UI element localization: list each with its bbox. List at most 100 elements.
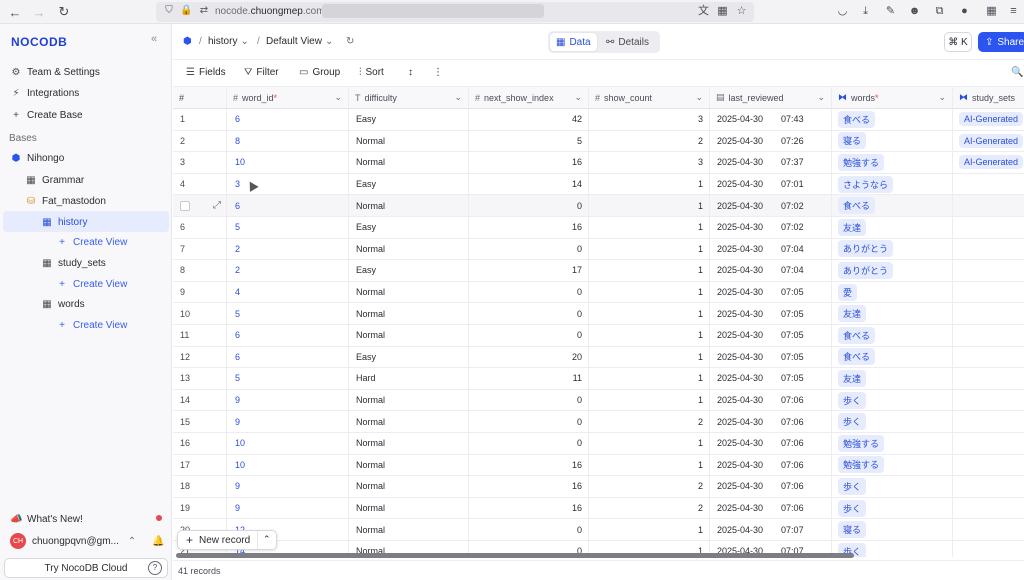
word-id-cell[interactable]: 5 xyxy=(227,303,349,324)
word-chip[interactable]: ありがとう xyxy=(838,240,894,258)
show-count-cell[interactable]: 1 xyxy=(589,303,710,324)
word-chip[interactable]: 友達 xyxy=(838,305,867,323)
show-count-cell[interactable]: 2 xyxy=(589,476,710,497)
last-reviewed-cell[interactable]: 2025-04-30 07:07 xyxy=(710,519,832,540)
word-chip[interactable]: 勉強する xyxy=(838,434,885,452)
table-row[interactable]: 17 10 Normal 16 1 2025-04-30 07:06 勉強する xyxy=(173,454,1024,477)
sidebar-item-grammar[interactable]: ▦ Grammar xyxy=(25,170,84,190)
table-row[interactable]: 14 9 Normal 0 1 2025-04-30 07:06 歩く xyxy=(173,389,1024,412)
command-palette-button[interactable]: ⌘ K xyxy=(944,32,972,52)
help-icon[interactable]: ? xyxy=(148,561,162,575)
last-reviewed-cell[interactable]: 2025-04-30 07:06 xyxy=(710,389,832,411)
study-sets-cell[interactable] xyxy=(953,347,1024,368)
collapse-sidebar-icon[interactable]: « xyxy=(151,33,157,45)
next-show-index-cell[interactable]: 0 xyxy=(469,303,589,324)
table-row[interactable]: 19 9 Normal 16 2 2025-04-30 07:06 歩く xyxy=(173,497,1024,520)
difficulty-cell[interactable]: Normal xyxy=(349,238,469,260)
next-show-index-cell[interactable]: 16 xyxy=(469,497,589,519)
new-record-button[interactable]: + New record ⌃ xyxy=(177,530,277,550)
words-cell[interactable]: 歩く xyxy=(832,389,953,411)
wrench-icon[interactable]: ✎ xyxy=(884,5,897,18)
last-reviewed-cell[interactable]: 2025-04-30 07:05 xyxy=(710,281,832,303)
words-cell[interactable]: さようなら xyxy=(832,173,953,195)
last-reviewed-cell[interactable]: 2025-04-30 07:43 xyxy=(710,109,832,130)
share-button[interactable]: ⇪ Share xyxy=(978,32,1024,52)
study-sets-cell[interactable] xyxy=(953,433,1024,454)
next-show-index-cell[interactable]: 11 xyxy=(469,368,589,389)
table-row[interactable]: 7 2 Normal 0 1 2025-04-30 07:04 ありがとう xyxy=(173,238,1024,261)
word-chip[interactable]: 食べる xyxy=(838,326,876,344)
column-header-next-show-index[interactable]: # next_show_index ⌄ xyxy=(469,87,589,109)
pocket-icon[interactable]: ◡ xyxy=(836,5,849,18)
study-sets-cell[interactable]: AI-Generated xyxy=(953,152,1024,173)
difficulty-cell[interactable]: Hard xyxy=(349,368,469,389)
tab-details[interactable]: ⚯ Details xyxy=(600,33,655,51)
word-id-cell[interactable]: 9 xyxy=(227,389,349,411)
words-cell[interactable]: 友達 xyxy=(832,303,953,324)
difficulty-cell[interactable]: Normal xyxy=(349,389,469,411)
next-show-index-cell[interactable]: 0 xyxy=(469,433,589,454)
table-row[interactable]: 16 10 Normal 0 1 2025-04-30 07:06 勉強する xyxy=(173,433,1024,455)
word-id-cell[interactable]: 8 xyxy=(227,130,349,152)
next-show-index-cell[interactable]: 17 xyxy=(469,260,589,281)
sidebar-item-history[interactable]: ▦ history xyxy=(41,212,87,232)
study-sets-cell[interactable]: AI-Generated xyxy=(953,109,1024,130)
table-row[interactable]: 10 5 Normal 0 1 2025-04-30 07:05 友達 xyxy=(173,303,1024,325)
study-sets-cell[interactable] xyxy=(953,282,1024,303)
integrations-item[interactable]: ⚡ Integrations xyxy=(10,83,79,103)
word-chip[interactable]: 寝る xyxy=(838,132,867,150)
cookie-icon[interactable]: ● xyxy=(958,5,971,18)
table-row[interactable]: 11 6 Normal 0 1 2025-04-30 07:05 食べる xyxy=(173,325,1024,347)
row-checkbox[interactable] xyxy=(180,200,190,211)
next-show-index-cell[interactable]: 0 xyxy=(469,281,589,303)
chevron-down-icon[interactable]: ⌄ xyxy=(334,92,342,103)
next-show-index-cell[interactable]: 20 xyxy=(469,346,589,368)
difficulty-cell[interactable]: Easy xyxy=(349,109,469,130)
difficulty-cell[interactable]: Normal xyxy=(349,281,469,303)
words-cell[interactable]: 友達 xyxy=(832,368,953,389)
study-sets-cell[interactable] xyxy=(953,541,1024,557)
sidebar-item-fat-mastodon[interactable]: ⛁ Fat_mastodon xyxy=(25,191,106,211)
words-cell[interactable]: 友達 xyxy=(832,217,953,238)
base-nihongo[interactable]: ⬢ Nihongo xyxy=(10,148,65,168)
last-reviewed-cell[interactable]: 2025-04-30 07:37 xyxy=(710,152,832,173)
next-show-index-cell[interactable]: 42 xyxy=(469,109,589,130)
apps-icon[interactable]: ▦ xyxy=(985,5,998,18)
words-cell[interactable]: 愛 xyxy=(832,281,953,303)
study-sets-cell[interactable] xyxy=(953,195,1024,216)
next-show-index-cell[interactable]: 0 xyxy=(469,411,589,432)
difficulty-cell[interactable]: Normal xyxy=(349,152,469,173)
word-chip[interactable]: 勉強する xyxy=(838,153,885,171)
create-base-item[interactable]: + Create Base xyxy=(10,105,83,125)
next-show-index-cell[interactable]: 0 xyxy=(469,325,589,346)
show-count-cell[interactable]: 2 xyxy=(589,130,710,152)
word-id-cell[interactable]: 2 xyxy=(227,260,349,281)
last-reviewed-cell[interactable]: 2025-04-30 07:06 xyxy=(710,433,832,454)
bell-icon[interactable]: 🔔 xyxy=(152,531,164,551)
show-count-cell[interactable]: 1 xyxy=(589,519,710,540)
word-id-cell[interactable]: 4 xyxy=(227,281,349,303)
last-reviewed-cell[interactable]: 2025-04-30 07:06 xyxy=(710,411,832,432)
study-sets-cell[interactable] xyxy=(953,411,1024,432)
word-chip[interactable]: 歩く xyxy=(838,413,867,431)
table-row[interactable]: 13 5 Hard 11 1 2025-04-30 07:05 友達 xyxy=(173,368,1024,390)
next-show-index-cell[interactable]: 16 xyxy=(469,152,589,173)
difficulty-cell[interactable]: Normal xyxy=(349,195,469,216)
word-id-cell[interactable]: 6 xyxy=(227,346,349,368)
word-id-cell[interactable]: 10 xyxy=(227,433,349,454)
show-count-cell[interactable]: 1 xyxy=(589,325,710,346)
table-row[interactable]: 9 4 Normal 0 1 2025-04-30 07:05 愛 xyxy=(173,281,1024,304)
words-cell[interactable]: 食べる xyxy=(832,325,953,346)
table-row[interactable]: 3 10 Normal 16 3 2025-04-30 07:37 勉強する AI-Genera… xyxy=(173,152,1024,174)
difficulty-cell[interactable]: Easy xyxy=(349,260,469,281)
words-cell[interactable]: 寝る xyxy=(832,130,953,152)
word-id-cell[interactable]: 6 xyxy=(227,195,349,216)
word-id-cell[interactable]: 2 xyxy=(227,238,349,260)
last-reviewed-cell[interactable]: 2025-04-30 07:04 xyxy=(710,238,832,260)
study-sets-cell[interactable] xyxy=(953,174,1024,195)
user-menu[interactable]: chuongpqvn@gm... ⌃ xyxy=(32,531,136,551)
study-sets-cell[interactable] xyxy=(953,217,1024,238)
next-show-index-cell[interactable]: 0 xyxy=(469,389,589,411)
chevron-down-icon[interactable]: ⌄ xyxy=(574,92,582,103)
difficulty-cell[interactable]: Normal xyxy=(349,497,469,519)
